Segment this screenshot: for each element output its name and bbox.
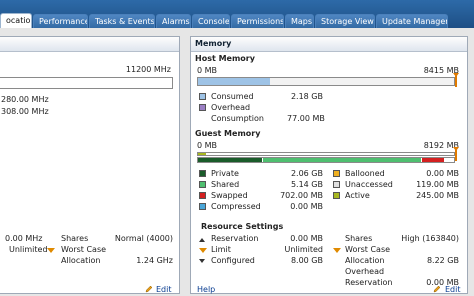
- cpu-panel: 11200 MHz 280.00 MHz 308.00 MHz 0.00 MHz…: [0, 36, 180, 294]
- guest-swapped-segment: [421, 158, 444, 162]
- memory-edit-link[interactable]: Edit: [445, 285, 461, 294]
- host-consumption-label: Consumption: [211, 114, 264, 123]
- compressed-swatch: [199, 203, 206, 210]
- cpu-shares-label: Shares: [61, 234, 89, 243]
- private-swatch: [199, 170, 206, 177]
- resource-settings-heading: Resource Settings: [201, 222, 284, 231]
- cpu-allocation-label: Allocation: [61, 256, 101, 265]
- cpu-shares-value: Normal (4000): [114, 234, 173, 243]
- host-consumption-value: 77.00 MB: [287, 114, 325, 123]
- host-consumed-segment: [198, 78, 270, 85]
- host-max-marker-head: [453, 73, 459, 77]
- tab-resource-allocation[interactable]: ocation: [0, 13, 32, 28]
- overhead-swatch: [199, 104, 206, 111]
- guest-active-label: Active: [345, 191, 370, 200]
- host-memory-bar: [197, 77, 455, 86]
- guest-shared-value: 5.14 GB: [290, 180, 323, 189]
- host-consumed-label: Consumed: [211, 92, 254, 101]
- tab-permissions[interactable]: Permissions: [231, 14, 284, 28]
- tab-maps[interactable]: Maps: [285, 14, 314, 28]
- guest-ballooned-label: Ballooned: [345, 169, 385, 178]
- mem-overhead-label: Overhead: [345, 267, 385, 276]
- mem-configured-label: Configured: [211, 256, 255, 265]
- tab-tasks-events[interactable]: Tasks & Events: [89, 14, 155, 28]
- swapped-swatch: [199, 192, 206, 199]
- cpu-limit-value: Unlimited: [9, 245, 48, 254]
- tab-alarms[interactable]: Alarms: [156, 14, 191, 28]
- memory-panel: Memory Host Memory 0 MB 8415 MB Consumed…: [190, 36, 468, 294]
- guest-memory-heading: Guest Memory: [195, 129, 261, 138]
- mem-shares-value: High (163840): [401, 234, 459, 243]
- consumed-swatch: [199, 93, 206, 100]
- guest-memory-bar: [197, 157, 455, 163]
- guest-active-segment: [198, 153, 206, 155]
- guest-max-marker-head: [453, 147, 459, 151]
- mem-reservation2-label: Reservation: [345, 278, 393, 287]
- host-overhead-label: Overhead: [211, 103, 251, 112]
- mem-limit-value: Unlimited: [284, 245, 323, 254]
- guest-private-segment: [198, 158, 262, 162]
- tab-performance[interactable]: Performance: [33, 14, 88, 28]
- limit-marker-icon: [47, 248, 55, 253]
- guest-unaccessed-value: 119.00 MB: [416, 180, 459, 189]
- mem-worst-case-label: Worst Case: [345, 245, 391, 254]
- host-consumed-value: 2.18 GB: [290, 92, 323, 101]
- mem-limit-label: Limit: [211, 245, 231, 254]
- mem-shares-label: Shares: [345, 234, 373, 243]
- active-swatch: [333, 192, 340, 199]
- guest-min-label: 0 MB: [197, 141, 218, 150]
- tab-update-manager[interactable]: Update Manager: [376, 14, 448, 28]
- guest-unaccessed-label: Unaccessed: [345, 180, 393, 189]
- guest-ballooned-value: 0.00 MB: [426, 169, 459, 178]
- cpu-worst-case-label: Worst Case: [61, 245, 107, 254]
- guest-shared-label: Shared: [211, 180, 240, 189]
- cpu-max-label: 11200 MHz: [125, 65, 171, 74]
- mem-allocation-value: 8.22 GB: [426, 256, 459, 265]
- mem-configured-value: 8.00 GB: [290, 256, 323, 265]
- cpu-allocation-value: 1.24 GHz: [136, 256, 173, 265]
- mem-allocation-label: Allocation: [345, 256, 385, 265]
- cpu-edit-link[interactable]: Edit: [156, 285, 172, 294]
- edit-pencil-icon: [145, 285, 153, 293]
- limit-marker-icon: [199, 248, 207, 253]
- guest-private-value: 2.06 GB: [290, 169, 323, 178]
- ballooned-swatch: [333, 170, 340, 177]
- tab-storage-views[interactable]: Storage Views: [315, 14, 375, 28]
- mem-reservation-label: Reservation: [211, 234, 259, 243]
- guest-compressed-value: 0.00 MB: [290, 202, 323, 211]
- cpu-panel-header: [0, 37, 179, 52]
- mem-reservation-value: 0.00 MB: [290, 234, 323, 243]
- cpu-value-1: 280.00 MHz: [1, 95, 49, 104]
- tab-bar: ocation Performance Tasks & Events Alarm…: [0, 0, 474, 28]
- reservation-marker-icon: [199, 238, 205, 242]
- host-min-label: 0 MB: [197, 66, 218, 75]
- host-memory-heading: Host Memory: [195, 54, 255, 63]
- host-max-marker: [455, 76, 457, 87]
- guest-swapped-value: 702.00 MB: [280, 191, 323, 200]
- content-area: 11200 MHz 280.00 MHz 308.00 MHz 0.00 MHz…: [0, 28, 474, 296]
- cpu-value-2: 308.00 MHz: [1, 107, 49, 116]
- cpu-reservation-value: 0.00 MHz: [5, 234, 43, 243]
- shared-swatch: [199, 181, 206, 188]
- memory-panel-title: Memory: [191, 37, 467, 52]
- guest-shared-segment: [263, 158, 421, 162]
- help-link[interactable]: Help: [197, 285, 215, 294]
- guest-active-value: 245.00 MB: [416, 191, 459, 200]
- worst-case-marker-icon: [333, 248, 341, 253]
- unaccessed-swatch: [333, 181, 340, 188]
- tab-console[interactable]: Console: [192, 14, 230, 28]
- guest-max-marker: [455, 150, 457, 161]
- cpu-bar: [0, 77, 173, 89]
- edit-pencil-icon: [433, 285, 441, 293]
- guest-compressed-label: Compressed: [211, 202, 261, 211]
- guest-private-label: Private: [211, 169, 239, 178]
- configured-marker-icon: [199, 259, 205, 263]
- guest-swapped-label: Swapped: [211, 191, 248, 200]
- guest-active-bar: [197, 152, 455, 156]
